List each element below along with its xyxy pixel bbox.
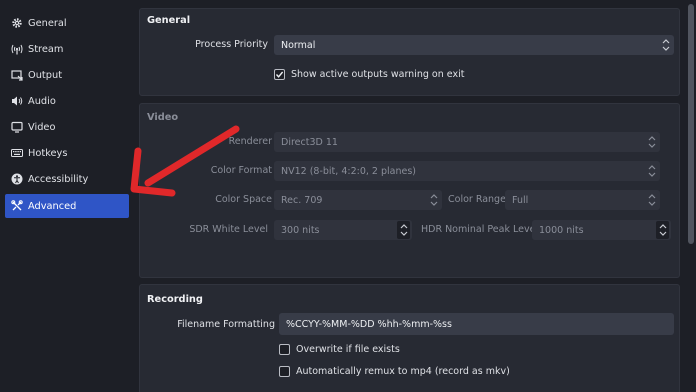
filename-formatting-value: %CCYY-%MM-%DD %hh-%mm-%ss <box>286 318 452 330</box>
show-warning-label: Show active outputs warning on exit <box>291 69 465 80</box>
sidebar-item-hotkeys[interactable]: Hotkeys <box>5 141 129 165</box>
sidebar-item-label: Audio <box>28 95 56 107</box>
filename-formatting-label: Filename Formatting <box>177 319 275 330</box>
monitor-icon <box>11 121 23 133</box>
sidebar-item-general[interactable]: General <box>5 11 129 35</box>
checkmark-icon <box>275 71 284 78</box>
sidebar-item-label: General <box>28 17 67 29</box>
color-format-value: NV12 (8-bit, 4:2:0, 2 planes) <box>281 165 416 177</box>
color-space-select[interactable]: Rec. 709 <box>274 190 442 210</box>
recording-group: Recording Filename Formatting %CCYY-%MM-… <box>139 284 680 392</box>
output-icon <box>11 69 23 81</box>
sidebar-item-audio[interactable]: Audio <box>5 89 129 113</box>
updown-arrows-icon <box>648 136 656 148</box>
renderer-value: Direct3D 11 <box>281 136 338 148</box>
renderer-select[interactable]: Direct3D 11 <box>274 132 660 152</box>
group-title-general: General <box>147 15 191 26</box>
updown-arrows-icon <box>648 194 656 206</box>
hdr-peak-level-label: HDR Nominal Peak Level <box>421 224 539 235</box>
show-warning-checkbox-row[interactable]: Show active outputs warning on exit <box>274 69 464 80</box>
sidebar-item-label: Accessibility <box>28 173 89 185</box>
sdr-white-level-spinbox[interactable]: 300 nits <box>274 220 412 240</box>
updown-arrows-icon <box>648 165 656 177</box>
filename-formatting-input[interactable]: %CCYY-%MM-%DD %hh-%mm-%ss <box>279 313 674 335</box>
sidebar-item-label: Hotkeys <box>28 147 68 159</box>
color-format-select[interactable]: NV12 (8-bit, 4:2:0, 2 planes) <box>274 161 660 181</box>
sdr-white-level-value: 300 nits <box>281 224 320 236</box>
remux-label: Automatically remux to mp4 (record as mk… <box>296 366 510 377</box>
group-title-video: Video <box>147 112 179 123</box>
spin-arrows-icon[interactable] <box>397 221 410 239</box>
antenna-icon <box>11 43 23 55</box>
remux-checkbox-row[interactable]: Automatically remux to mp4 (record as mk… <box>279 366 510 377</box>
color-range-value: Full <box>512 194 529 206</box>
speaker-icon <box>11 95 23 107</box>
overwrite-label: Overwrite if file exists <box>296 344 400 355</box>
vertical-scrollbar[interactable] <box>688 4 694 244</box>
accessibility-icon <box>11 173 23 185</box>
updown-arrows-icon <box>662 39 670 51</box>
general-group: General Process Priority Normal Show act… <box>139 8 680 96</box>
show-warning-checkbox[interactable] <box>274 69 285 80</box>
sdr-white-level-label: SDR White Level <box>189 224 268 235</box>
color-range-select[interactable]: Full <box>505 190 660 210</box>
sidebar-item-advanced[interactable]: Advanced <box>5 194 129 218</box>
sidebar-item-label: Stream <box>28 43 64 55</box>
keyboard-icon <box>11 147 23 159</box>
sidebar-item-label: Video <box>28 121 56 133</box>
overwrite-checkbox-row[interactable]: Overwrite if file exists <box>279 344 400 355</box>
hdr-peak-level-value: 1000 nits <box>539 224 584 236</box>
color-format-label: Color Format <box>210 165 272 176</box>
sidebar-item-label: Output <box>28 69 63 81</box>
renderer-label: Renderer <box>228 136 272 147</box>
remux-checkbox[interactable] <box>279 366 290 377</box>
group-title-recording: Recording <box>147 294 203 305</box>
process-priority-label: Process Priority <box>195 39 268 50</box>
overwrite-checkbox[interactable] <box>279 344 290 355</box>
sidebar-item-accessibility[interactable]: Accessibility <box>5 167 129 191</box>
spin-arrows-icon[interactable] <box>656 221 669 239</box>
updown-arrows-icon <box>430 194 438 206</box>
process-priority-select[interactable]: Normal <box>274 35 674 55</box>
hdr-peak-level-spinbox[interactable]: 1000 nits <box>532 220 671 240</box>
settings-sidebar: General Stream Output Audio Video Hotkey… <box>0 0 134 392</box>
advanced-settings-pane: General Process Priority Normal Show act… <box>134 0 696 392</box>
color-space-label: Color Space <box>215 194 272 205</box>
sidebar-item-stream[interactable]: Stream <box>5 37 129 61</box>
gear-icon <box>11 17 23 29</box>
sidebar-item-label: Advanced <box>28 200 77 212</box>
color-range-label: Color Range <box>448 194 506 205</box>
color-space-value: Rec. 709 <box>281 194 323 206</box>
video-group: Video Renderer Direct3D 11 Color Format … <box>139 103 680 278</box>
process-priority-value: Normal <box>281 39 316 51</box>
sidebar-item-video[interactable]: Video <box>5 115 129 139</box>
sidebar-item-output[interactable]: Output <box>5 63 129 87</box>
tools-icon <box>11 200 23 212</box>
